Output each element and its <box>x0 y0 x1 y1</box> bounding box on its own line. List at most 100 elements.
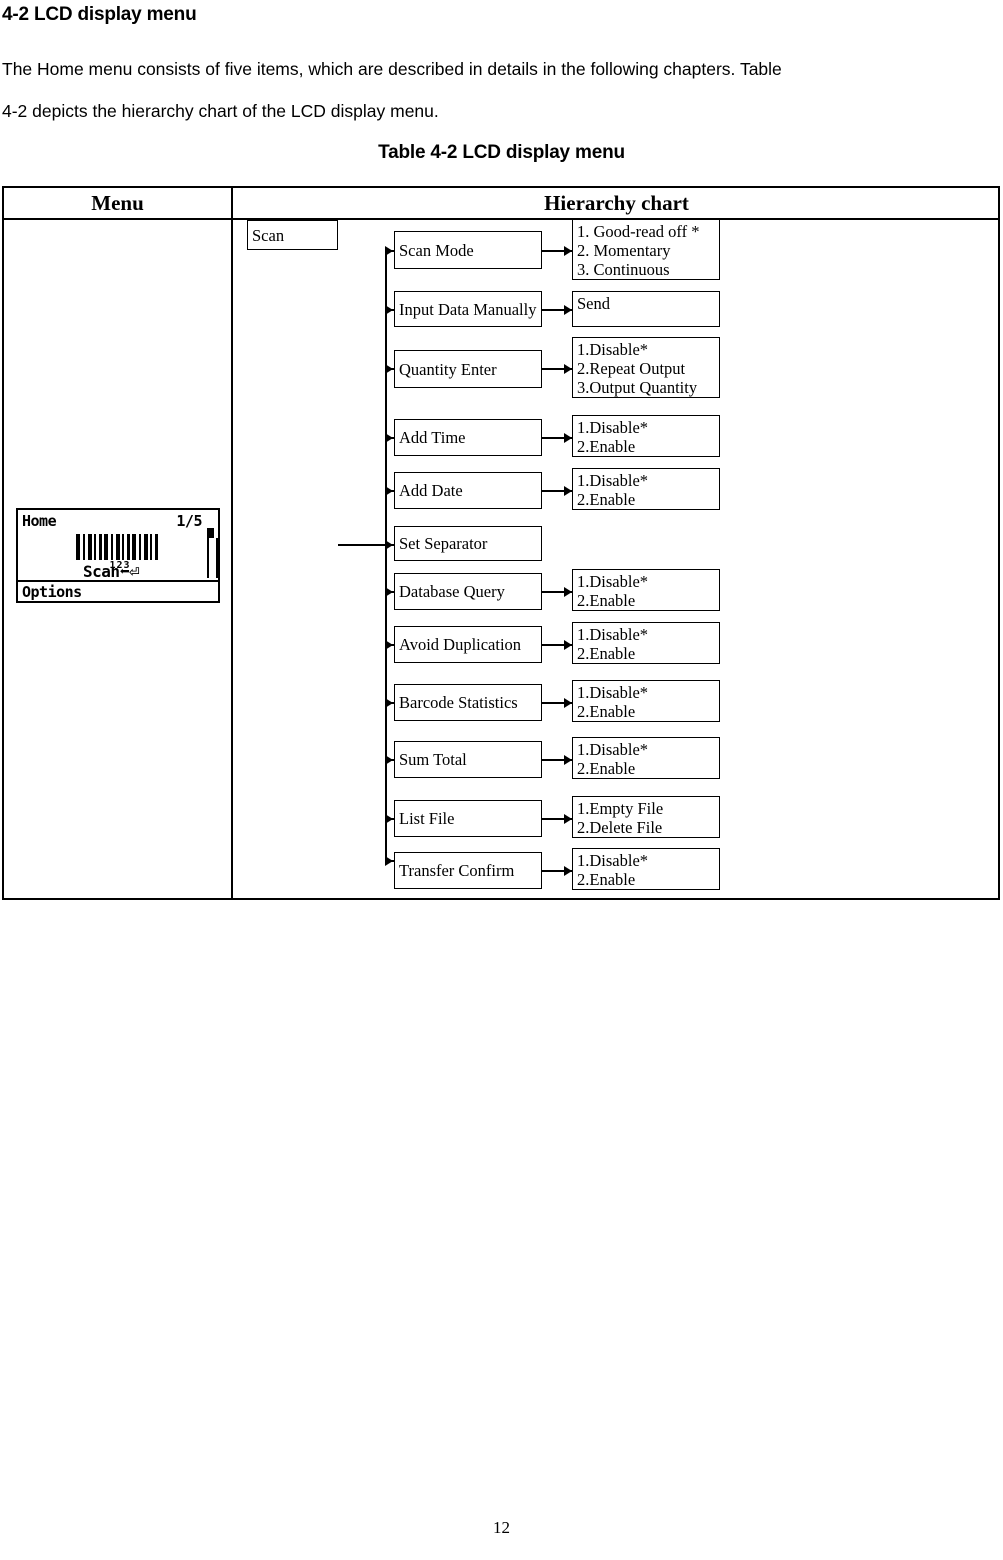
hierarchy-options-quantity-enter[interactable]: 1.Disable* 2.Repeat Output 3.Output Quan… <box>572 337 720 398</box>
option-item: 2. Momentary <box>577 241 671 260</box>
branch-arrow-2 <box>385 364 393 374</box>
table-caption: Table 4-2 LCD display menu <box>378 142 625 163</box>
branch-arrow-11 <box>385 856 393 866</box>
lcd-scan-row: Scan⬅⏎ <box>18 562 204 582</box>
intro-paragraph: The Home menu consists of five items, wh… <box>2 48 1003 132</box>
option-item: 1.Disable* <box>577 740 649 759</box>
hierarchy-node-label: Transfer Confirm <box>399 861 515 880</box>
option-item: Send <box>577 294 610 313</box>
hierarchy-root-node[interactable]: Scan <box>247 220 338 250</box>
branch-arrow-9 <box>385 755 393 765</box>
link-arrow-2 <box>564 364 572 374</box>
branch-arrow-6 <box>385 587 393 597</box>
lcd-page-indicator: 1/5 <box>176 512 202 530</box>
hierarchy-options-list-file[interactable]: 1.Empty File 2.Delete File <box>572 796 720 838</box>
hierarchy-trunk-line <box>385 251 387 861</box>
hierarchy-node-label: List File <box>399 809 455 828</box>
link-arrow-8 <box>564 698 572 708</box>
hierarchy-options-add-time[interactable]: 1.Disable* 2.Enable <box>572 415 720 457</box>
hierarchy-options-sum-total[interactable]: 1.Disable* 2.Enable <box>572 737 720 779</box>
option-item: 1.Empty File <box>577 799 664 818</box>
hierarchy-node-scan-mode[interactable]: Scan Mode <box>394 231 542 269</box>
hierarchy-options-scan-mode[interactable]: 1. Good-read off * 2. Momentary 3. Conti… <box>572 219 720 280</box>
hierarchy-node-set-separator[interactable]: Set Separator <box>394 526 542 561</box>
hierarchy-node-label: Avoid Duplication <box>399 635 522 654</box>
branch-arrow-4 <box>385 486 393 496</box>
hierarchy-node-add-time[interactable]: Add Time <box>394 419 542 456</box>
link-arrow-7 <box>564 640 572 650</box>
hierarchy-node-label: Database Query <box>399 582 505 601</box>
option-item: 2.Enable <box>577 870 636 889</box>
option-item: 2.Repeat Output <box>577 359 686 378</box>
lcd-scrollbar[interactable] <box>207 528 218 578</box>
lcd-title: Home <box>22 512 57 530</box>
barcode-icon <box>76 534 160 560</box>
lcd-screen-image: Home 1/5 123 Scan⬅⏎ Options <box>16 508 220 603</box>
option-item: 2.Enable <box>577 490 636 509</box>
hierarchy-node-quantity-enter[interactable]: Quantity Enter <box>394 350 542 388</box>
page-number: 12 <box>493 1518 510 1537</box>
option-item: 2.Enable <box>577 759 636 778</box>
hierarchy-node-input-data-manually[interactable]: Input Data Manually <box>394 291 542 327</box>
option-item: 2.Enable <box>577 702 636 721</box>
option-item: 2.Enable <box>577 591 636 610</box>
option-item: 1.Disable* <box>577 340 649 359</box>
hierarchy-node-barcode-statistics[interactable]: Barcode Statistics <box>394 684 542 721</box>
lcd-menu-table: Menu Hierarchy chart Home 1/5 123 Scan⬅⏎… <box>2 186 1000 900</box>
link-arrow-11 <box>564 866 572 876</box>
link-arrow-3 <box>564 433 572 443</box>
hierarchy-node-label: Quantity Enter <box>399 359 497 379</box>
section-heading: 4-2 LCD display menu <box>2 4 197 25</box>
branch-arrow-3 <box>385 433 393 443</box>
hierarchy-options-database-query[interactable]: 1.Disable* 2.Enable <box>572 569 720 611</box>
option-item: 1.Disable* <box>577 471 649 490</box>
link-arrow-10 <box>564 814 572 824</box>
intro-paragraph-line-2: 4-2 depicts the hierarchy chart of the L… <box>2 101 439 121</box>
option-item: 1.Disable* <box>577 851 649 870</box>
branch-arrow-5 <box>385 540 393 550</box>
option-item: 1. Good-read off * <box>577 222 700 241</box>
branch-arrow-10 <box>385 814 393 824</box>
hierarchy-node-database-query[interactable]: Database Query <box>394 573 542 610</box>
hierarchy-node-label: Sum Total <box>399 750 467 769</box>
hierarchy-diagram: Scan Scan Mode 1. Good-read off * 2. Mom… <box>233 219 1000 898</box>
hierarchy-node-label: Barcode Statistics <box>399 693 518 712</box>
hierarchy-options-transfer-confirm[interactable]: 1.Disable* 2.Enable <box>572 848 720 890</box>
hierarchy-node-avoid-duplication[interactable]: Avoid Duplication <box>394 626 542 663</box>
hierarchy-node-transfer-confirm[interactable]: Transfer Confirm <box>394 852 542 889</box>
hierarchy-node-add-date[interactable]: Add Date <box>394 472 542 509</box>
branch-arrow-7 <box>385 640 393 650</box>
option-item: 1.Disable* <box>577 683 649 702</box>
link-arrow-6 <box>564 587 572 597</box>
option-item: 3. Continuous <box>577 260 670 279</box>
enter-arrow-icon: ⬅⏎ <box>119 562 140 582</box>
lcd-screen: Home 1/5 123 Scan⬅⏎ Options <box>16 508 220 603</box>
branch-arrow-0 <box>385 246 393 256</box>
hierarchy-node-label: Add Date <box>399 481 463 500</box>
lcd-scan-label: Scan <box>82 562 120 581</box>
table-header-hierarchy-chart: Hierarchy chart <box>544 191 689 215</box>
hierarchy-node-label: Input Data Manually <box>399 299 537 319</box>
hierarchy-node-label: Set Separator <box>399 534 488 553</box>
hierarchy-node-list-file[interactable]: List File <box>394 800 542 837</box>
link-arrow-4 <box>564 486 572 496</box>
table-header-row: Menu Hierarchy chart <box>4 188 998 220</box>
option-item: 2.Enable <box>577 644 636 663</box>
hierarchy-options-add-date[interactable]: 1.Disable* 2.Enable <box>572 468 720 510</box>
option-item: 3.Output Quantity <box>577 378 698 397</box>
branch-arrow-8 <box>385 698 393 708</box>
document-page: 4-2 LCD display menu The Home menu consi… <box>0 0 1003 1560</box>
link-arrow-0 <box>564 246 572 256</box>
hierarchy-node-label: Add Time <box>399 428 466 447</box>
table-header-menu: Menu <box>91 191 144 215</box>
hierarchy-options-avoid-duplication[interactable]: 1.Disable* 2.Enable <box>572 622 720 664</box>
hierarchy-node-sum-total[interactable]: Sum Total <box>394 741 542 778</box>
option-item: 1.Disable* <box>577 572 649 591</box>
hierarchy-options-barcode-statistics[interactable]: 1.Disable* 2.Enable <box>572 680 720 722</box>
option-item: 2.Delete File <box>577 818 663 837</box>
link-arrow-9 <box>564 755 572 765</box>
hierarchy-node-label: Scan Mode <box>399 240 474 260</box>
lcd-main-area: Home 1/5 123 Scan⬅⏎ <box>18 510 218 582</box>
lcd-options-label[interactable]: Options <box>22 583 82 601</box>
hierarchy-options-input-data-manually[interactable]: Send <box>572 291 720 327</box>
